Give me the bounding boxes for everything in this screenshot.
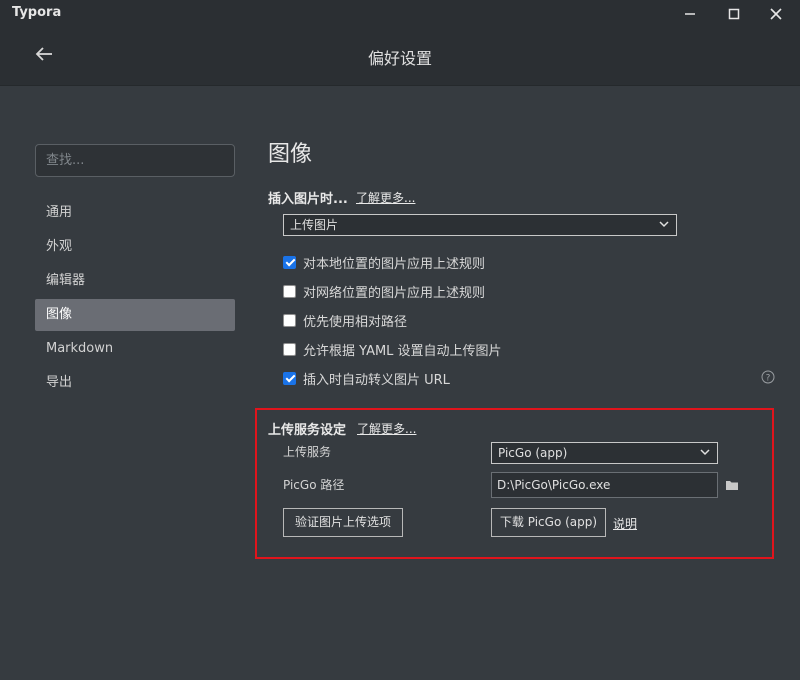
network-rule-checkbox[interactable]	[283, 284, 296, 298]
yaml-upload-checkbox[interactable]	[283, 342, 296, 356]
escape-url-label: 插入时自动转义图片 URL	[303, 372, 450, 388]
insert-action-select[interactable]: 上传图片	[283, 214, 677, 236]
sidebar-item-general[interactable]: 通用	[35, 197, 235, 229]
chevron-down-icon	[659, 221, 669, 228]
checkbox-row-network[interactable]: 对网络位置的图片应用上述规则	[283, 282, 486, 301]
close-icon[interactable]	[766, 4, 786, 24]
checkbox-row-relative[interactable]: 优先使用相对路径	[283, 311, 408, 330]
search-input[interactable]	[35, 144, 235, 177]
upload-service-label: 上传服务	[283, 445, 332, 459]
upload-service-select[interactable]: PicGo (app)	[491, 442, 718, 464]
local-rule-label: 对本地位置的图片应用上述规则	[303, 256, 486, 272]
help-icon[interactable]: ?	[761, 370, 775, 384]
sidebar-item-appearance[interactable]: 外观	[35, 231, 235, 263]
yaml-upload-label: 允许根据 YAML 设置自动上传图片	[303, 343, 502, 359]
insert-learn-more-link[interactable]: 了解更多...	[356, 189, 415, 206]
verify-upload-button[interactable]: 验证图片上传选项	[283, 508, 403, 537]
insert-action-value: 上传图片	[290, 218, 339, 232]
preferences-header: 偏好设置	[0, 28, 800, 86]
upload-service-heading: 上传服务设定	[268, 423, 347, 438]
app-title: Typora	[12, 5, 62, 20]
checkbox-row-local[interactable]: 对本地位置的图片应用上述规则	[283, 253, 486, 272]
picgo-path-label: PicGo 路径	[283, 478, 345, 492]
title-bar: Typora	[0, 0, 800, 28]
checkbox-row-yaml[interactable]: 允许根据 YAML 设置自动上传图片	[283, 340, 502, 359]
relative-path-label: 优先使用相对路径	[303, 314, 408, 330]
sidebar-item-markdown[interactable]: Markdown	[35, 333, 235, 365]
folder-icon[interactable]	[725, 479, 739, 491]
escape-url-checkbox[interactable]	[283, 371, 296, 385]
sidebar-item-export[interactable]: 导出	[35, 367, 235, 399]
local-rule-checkbox[interactable]	[283, 255, 296, 269]
network-rule-label: 对网络位置的图片应用上述规则	[303, 285, 486, 301]
section-title: 图像	[268, 142, 313, 167]
insert-image-label: 插入图片时...	[268, 192, 348, 207]
explain-link[interactable]: 说明	[613, 515, 637, 532]
picgo-path-input[interactable]: D:\PicGo\PicGo.exe	[491, 472, 718, 498]
download-picgo-button[interactable]: 下载 PicGo (app)	[491, 508, 606, 537]
checkbox-row-escape[interactable]: 插入时自动转义图片 URL	[283, 369, 450, 388]
sidebar-item-image[interactable]: 图像	[35, 299, 235, 331]
maximize-icon[interactable]	[724, 4, 744, 24]
upload-service-value: PicGo (app)	[498, 446, 568, 460]
page-title: 偏好设置	[367, 49, 432, 68]
chevron-down-icon	[700, 449, 710, 456]
relative-path-checkbox[interactable]	[283, 313, 296, 327]
svg-text:?: ?	[766, 374, 771, 384]
upload-learn-more-link[interactable]: 了解更多...	[357, 420, 416, 437]
minimize-icon[interactable]	[680, 4, 700, 24]
sidebar-item-editor[interactable]: 编辑器	[35, 265, 235, 297]
